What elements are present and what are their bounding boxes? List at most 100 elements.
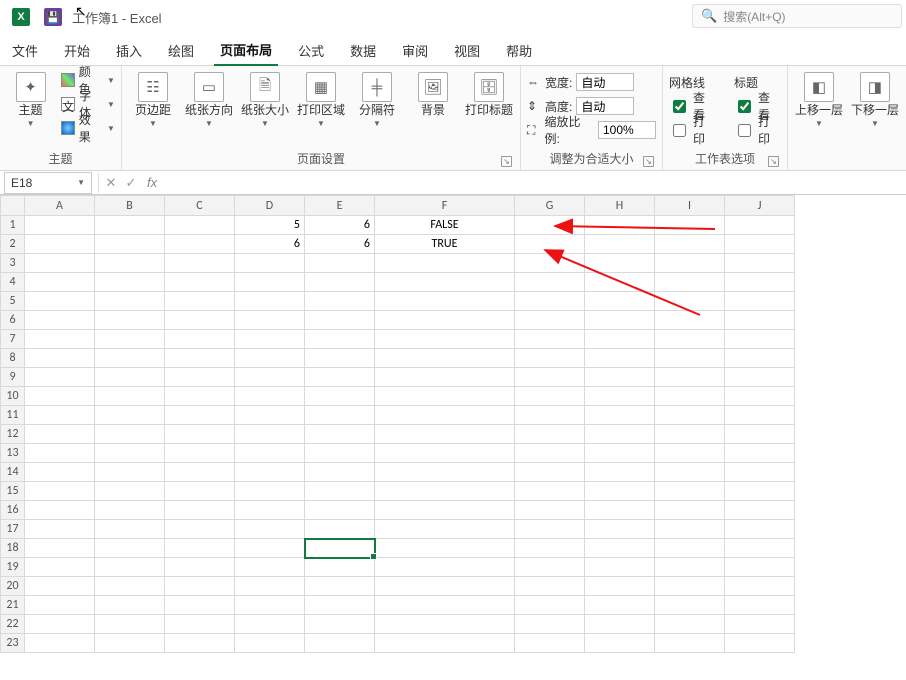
cell-D11[interactable] bbox=[235, 406, 305, 425]
cell-B13[interactable] bbox=[95, 444, 165, 463]
cell-B23[interactable] bbox=[95, 634, 165, 653]
cell-E19[interactable] bbox=[305, 558, 375, 577]
cell-B2[interactable] bbox=[95, 235, 165, 254]
cell-G17[interactable] bbox=[515, 520, 585, 539]
tab-data[interactable]: 数据 bbox=[344, 35, 382, 65]
cell-C3[interactable] bbox=[165, 254, 235, 273]
cell-G20[interactable] bbox=[515, 577, 585, 596]
cell-C11[interactable] bbox=[165, 406, 235, 425]
cell-E9[interactable] bbox=[305, 368, 375, 387]
cell-H22[interactable] bbox=[585, 615, 655, 634]
cell-A9[interactable] bbox=[25, 368, 95, 387]
row-header-15[interactable]: 15 bbox=[1, 482, 25, 501]
dialog-launcher-icon[interactable]: ↘ bbox=[643, 156, 654, 167]
breaks-button[interactable]: ╪分隔符▼ bbox=[352, 70, 402, 128]
cell-D3[interactable] bbox=[235, 254, 305, 273]
cell-G9[interactable] bbox=[515, 368, 585, 387]
cell-I14[interactable] bbox=[655, 463, 725, 482]
cell-C21[interactable] bbox=[165, 596, 235, 615]
col-header-D[interactable]: D bbox=[235, 196, 305, 216]
cell-I12[interactable] bbox=[655, 425, 725, 444]
cell-J14[interactable] bbox=[725, 463, 795, 482]
cell-F13[interactable] bbox=[375, 444, 515, 463]
cell-E2[interactable]: 6 bbox=[305, 235, 375, 254]
col-header-I[interactable]: I bbox=[655, 196, 725, 216]
row-header-23[interactable]: 23 bbox=[1, 634, 25, 653]
cell-G23[interactable] bbox=[515, 634, 585, 653]
cell-G5[interactable] bbox=[515, 292, 585, 311]
col-header-A[interactable]: A bbox=[25, 196, 95, 216]
cell-H7[interactable] bbox=[585, 330, 655, 349]
cell-G6[interactable] bbox=[515, 311, 585, 330]
cell-J17[interactable] bbox=[725, 520, 795, 539]
cell-I18[interactable] bbox=[655, 539, 725, 558]
cell-F15[interactable] bbox=[375, 482, 515, 501]
col-header-E[interactable]: E bbox=[305, 196, 375, 216]
effects-button[interactable]: 效果▼ bbox=[61, 118, 115, 138]
cell-A16[interactable] bbox=[25, 501, 95, 520]
cell-E6[interactable] bbox=[305, 311, 375, 330]
cell-J18[interactable] bbox=[725, 539, 795, 558]
cell-F5[interactable] bbox=[375, 292, 515, 311]
cell-E17[interactable] bbox=[305, 520, 375, 539]
cell-J23[interactable] bbox=[725, 634, 795, 653]
cell-I5[interactable] bbox=[655, 292, 725, 311]
cell-J12[interactable] bbox=[725, 425, 795, 444]
cell-I6[interactable] bbox=[655, 311, 725, 330]
cell-I23[interactable] bbox=[655, 634, 725, 653]
cell-A8[interactable] bbox=[25, 349, 95, 368]
cell-D14[interactable] bbox=[235, 463, 305, 482]
cell-C10[interactable] bbox=[165, 387, 235, 406]
cell-F21[interactable] bbox=[375, 596, 515, 615]
cell-H14[interactable] bbox=[585, 463, 655, 482]
cell-F2[interactable]: TRUE bbox=[375, 235, 515, 254]
cell-F16[interactable] bbox=[375, 501, 515, 520]
cell-D8[interactable] bbox=[235, 349, 305, 368]
cell-B12[interactable] bbox=[95, 425, 165, 444]
cell-F23[interactable] bbox=[375, 634, 515, 653]
cell-H16[interactable] bbox=[585, 501, 655, 520]
cell-B20[interactable] bbox=[95, 577, 165, 596]
cell-A1[interactable] bbox=[25, 216, 95, 235]
tab-formulas[interactable]: 公式 bbox=[292, 35, 330, 65]
fx-icon[interactable]: fx bbox=[141, 175, 163, 190]
themes-button[interactable]: ✦ 主题 ▼ bbox=[6, 70, 55, 128]
save-icon[interactable]: 💾 bbox=[44, 8, 62, 26]
cell-G7[interactable] bbox=[515, 330, 585, 349]
cell-E1[interactable]: 6 bbox=[305, 216, 375, 235]
cell-E18[interactable] bbox=[305, 539, 375, 558]
cell-E11[interactable] bbox=[305, 406, 375, 425]
cell-D21[interactable] bbox=[235, 596, 305, 615]
cell-C7[interactable] bbox=[165, 330, 235, 349]
cell-H3[interactable] bbox=[585, 254, 655, 273]
cell-C18[interactable] bbox=[165, 539, 235, 558]
cell-C16[interactable] bbox=[165, 501, 235, 520]
cell-B18[interactable] bbox=[95, 539, 165, 558]
col-header-G[interactable]: G bbox=[515, 196, 585, 216]
cell-A5[interactable] bbox=[25, 292, 95, 311]
cell-D22[interactable] bbox=[235, 615, 305, 634]
cell-D7[interactable] bbox=[235, 330, 305, 349]
tab-home[interactable]: 开始 bbox=[58, 35, 96, 65]
cell-E16[interactable] bbox=[305, 501, 375, 520]
cell-E3[interactable] bbox=[305, 254, 375, 273]
cell-H17[interactable] bbox=[585, 520, 655, 539]
cell-G21[interactable] bbox=[515, 596, 585, 615]
cell-E15[interactable] bbox=[305, 482, 375, 501]
cell-H23[interactable] bbox=[585, 634, 655, 653]
cell-G2[interactable] bbox=[515, 235, 585, 254]
cell-D12[interactable] bbox=[235, 425, 305, 444]
cell-C4[interactable] bbox=[165, 273, 235, 292]
tab-page-layout[interactable]: 页面布局 bbox=[214, 34, 278, 66]
cell-C23[interactable] bbox=[165, 634, 235, 653]
name-box[interactable]: E18▼ bbox=[4, 172, 92, 194]
dialog-launcher-icon[interactable]: ↘ bbox=[501, 156, 512, 167]
cell-F6[interactable] bbox=[375, 311, 515, 330]
cell-H10[interactable] bbox=[585, 387, 655, 406]
cell-J11[interactable] bbox=[725, 406, 795, 425]
cell-B5[interactable] bbox=[95, 292, 165, 311]
cell-D17[interactable] bbox=[235, 520, 305, 539]
row-header-13[interactable]: 13 bbox=[1, 444, 25, 463]
cell-J5[interactable] bbox=[725, 292, 795, 311]
size-button[interactable]: 🗎纸张大小▼ bbox=[240, 70, 290, 128]
